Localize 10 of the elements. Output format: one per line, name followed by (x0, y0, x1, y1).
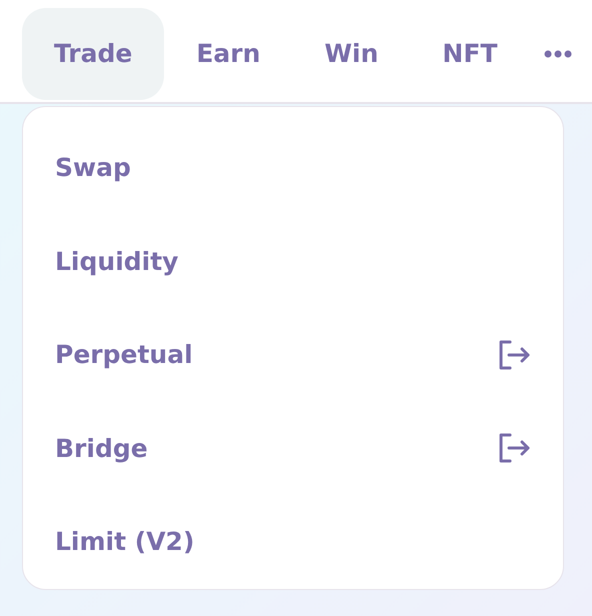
nav-tab[interactable]: Earn (164, 8, 292, 100)
menu-item[interactable]: Perpetual (23, 308, 563, 402)
nav-tab[interactable]: NFT (410, 8, 530, 100)
more-icon[interactable] (544, 50, 572, 58)
nav-tab[interactable]: Trade (22, 8, 164, 100)
menu-item[interactable]: Swap (23, 121, 563, 214)
menu-item[interactable]: Bridge (23, 402, 563, 495)
menu-item[interactable]: Limit (V2) (23, 495, 563, 588)
menu-item[interactable]: Liquidity (23, 214, 563, 308)
nav-tab[interactable]: Win (292, 8, 410, 100)
